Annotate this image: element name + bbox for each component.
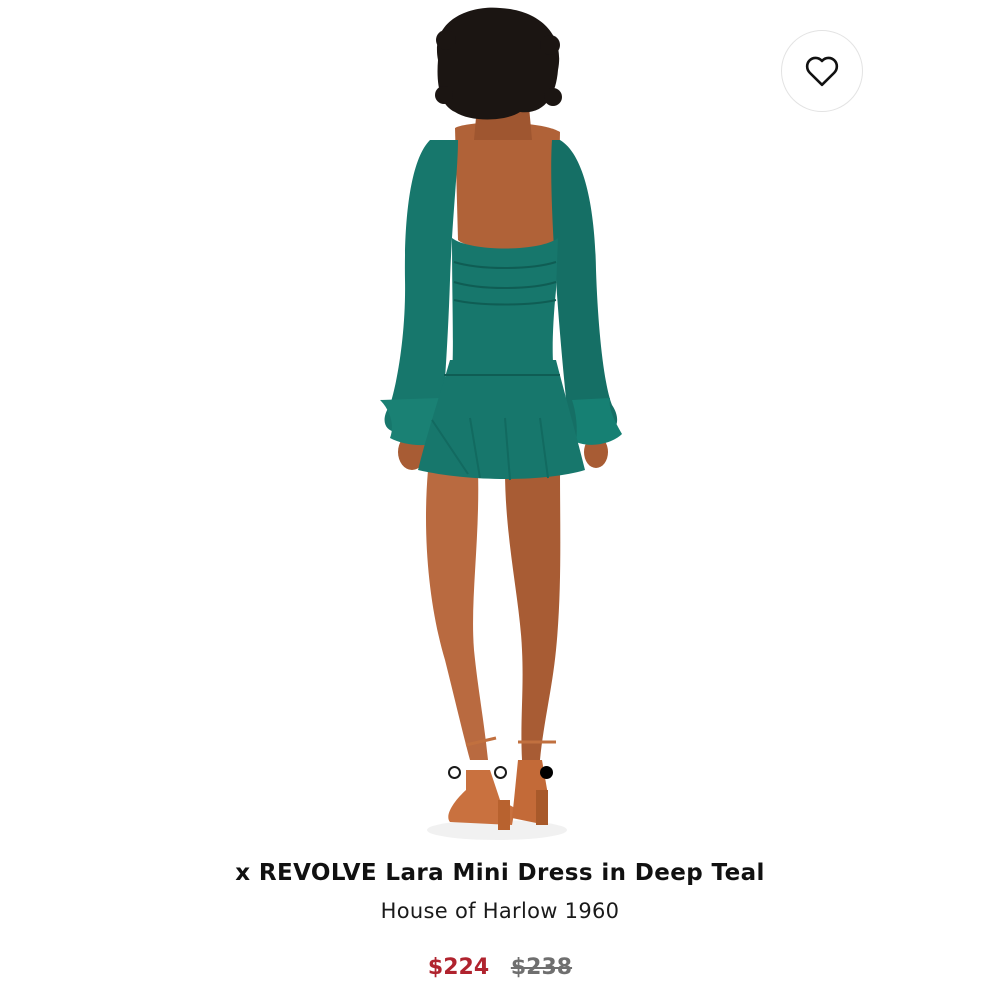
wishlist-button[interactable] — [781, 30, 863, 112]
carousel-indicator — [0, 766, 1000, 782]
heart-icon — [804, 55, 840, 87]
carousel-dot-3[interactable] — [540, 766, 553, 779]
carousel-dot-2[interactable] — [494, 766, 507, 779]
product-photo[interactable] — [0, 0, 1000, 845]
carousel-dot-1[interactable] — [448, 766, 461, 779]
product-brand[interactable]: House of Harlow 1960 — [0, 899, 1000, 923]
original-price: $238 — [510, 955, 573, 980]
product-card: x REVOLVE Lara Mini Dress in Deep Teal H… — [0, 0, 1000, 1000]
product-title[interactable]: x REVOLVE Lara Mini Dress in Deep Teal — [0, 860, 1000, 886]
price-row: $224 $238 — [0, 955, 1000, 980]
sale-price: $224 — [427, 955, 490, 980]
